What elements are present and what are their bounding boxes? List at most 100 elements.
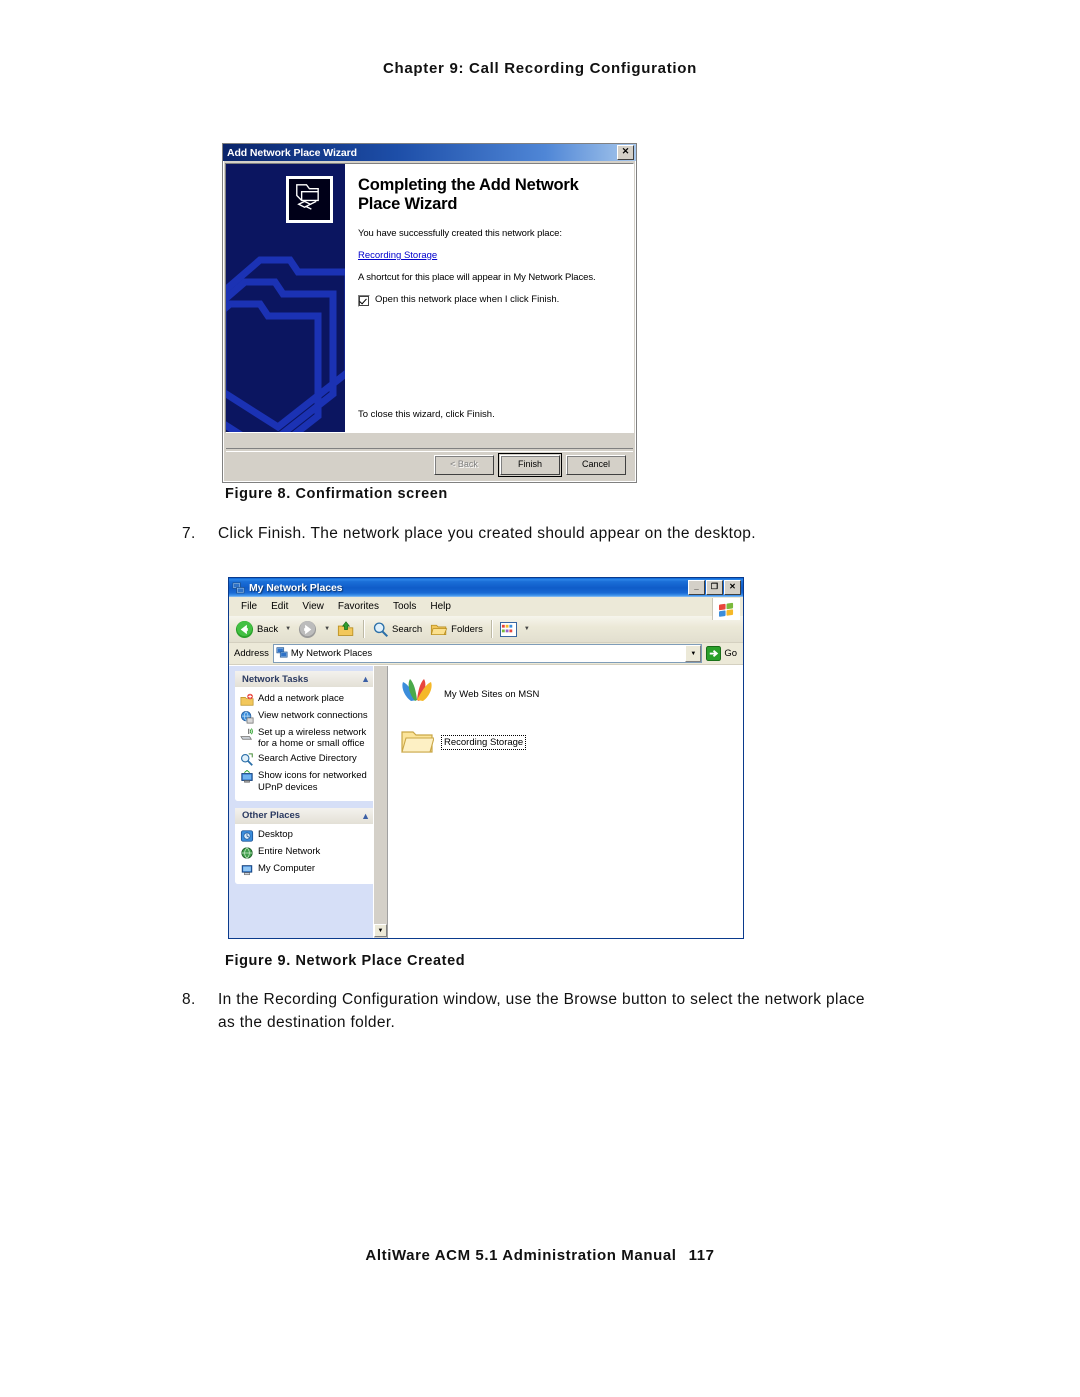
minimize-icon[interactable]: _ xyxy=(688,580,705,595)
step-8-number: 8. xyxy=(182,991,196,1008)
folders-button-label: Folders xyxy=(451,623,483,635)
my-network-places-window: My Network Places _ ❐ ✕ File Edit View F… xyxy=(228,577,744,939)
views-grid-icon xyxy=(499,621,517,637)
task-show-icons-upnp-devices[interactable]: Show icons for networked UPnP devices xyxy=(240,769,371,796)
task-add-a-network-place[interactable]: Add a network place xyxy=(240,691,371,708)
entire-network-icon xyxy=(240,846,254,860)
wizard-title: Add Network Place Wizard xyxy=(227,146,357,159)
folder-icon xyxy=(400,727,435,758)
view-network-connections-icon xyxy=(240,710,254,724)
windows-flag-icon xyxy=(712,598,740,620)
menu-file[interactable]: File xyxy=(234,600,264,613)
close-icon[interactable]: ✕ xyxy=(617,145,634,160)
explorer-titlebar: My Network Places _ ❐ ✕ xyxy=(229,578,743,597)
network-tasks-panel: Network Tasks ▲ Add a network place View… xyxy=(235,671,375,801)
folders-icon xyxy=(430,624,448,635)
back-button[interactable]: < Back xyxy=(434,455,494,475)
step-8: 8. In the Recording Configuration window… xyxy=(182,988,882,1035)
place-my-computer[interactable]: My Computer xyxy=(240,862,371,879)
add-network-place-wizard-dialog: Add Network Place Wizard ✕ Completing th… xyxy=(222,143,637,483)
network-tasks-header[interactable]: Network Tasks ▲ xyxy=(235,671,375,687)
task-search-active-directory[interactable]: Search Active Directory xyxy=(240,752,371,769)
toolbar-divider xyxy=(363,620,365,638)
forward-dropdown-chevron-down-icon[interactable]: ▼ xyxy=(322,626,332,632)
folder-artwork-icon xyxy=(226,256,345,432)
forward-button[interactable] xyxy=(295,618,320,641)
wizard-button-bar: < Back Finish Cancel xyxy=(225,451,634,479)
back-dropdown-chevron-down-icon[interactable]: ▼ xyxy=(283,626,293,632)
add-network-place-icon xyxy=(240,693,254,707)
views-dropdown-chevron-down-icon[interactable]: ▼ xyxy=(522,626,532,632)
collapse-chevron-up-icon[interactable]: ▲ xyxy=(361,674,370,684)
network-place-icon xyxy=(286,176,333,223)
back-button[interactable]: Back xyxy=(232,618,281,641)
place-entire-network[interactable]: Entire Network xyxy=(240,845,371,862)
task-label: Set up a wireless network for a home or … xyxy=(258,726,367,750)
task-pane-scrollbar[interactable]: ▼ xyxy=(373,666,387,938)
open-network-place-checkbox-row[interactable]: Open this network place when I click Fin… xyxy=(358,294,621,307)
wizard-content: Completing the Add Network Place Wizard … xyxy=(345,164,633,432)
network-tasks-title: Network Tasks xyxy=(242,673,309,685)
maximize-icon[interactable]: ❐ xyxy=(706,580,723,595)
task-label: Show icons for networked UPnP devices xyxy=(258,770,367,794)
step-7-text: Click Finish. The network place you crea… xyxy=(218,525,756,542)
back-button-label: Back xyxy=(257,623,279,635)
collapse-chevron-up-icon[interactable]: ▲ xyxy=(361,811,370,821)
scroll-down-chevron-down-icon[interactable]: ▼ xyxy=(374,924,387,937)
menu-help[interactable]: Help xyxy=(423,600,458,613)
go-button-label: Go xyxy=(724,648,737,659)
open-network-place-checkbox[interactable] xyxy=(358,294,370,307)
network-place-link[interactable]: Recording Storage xyxy=(358,250,437,261)
place-desktop[interactable]: Desktop xyxy=(240,828,371,845)
my-network-places-icon xyxy=(232,581,245,594)
figure-8-caption: Figure 8. Confirmation screen xyxy=(225,486,448,502)
desktop-icon xyxy=(240,829,254,843)
place-label: My Computer xyxy=(258,863,316,874)
wizard-side-banner xyxy=(226,164,345,432)
other-places-title: Other Places xyxy=(242,810,301,821)
folders-button[interactable]: Folders xyxy=(427,619,486,640)
step-8-text: In the Recording Configuration window, u… xyxy=(218,991,865,1032)
step-7: 7. Click Finish. The network place you c… xyxy=(182,522,882,545)
other-places-list: Desktop Entire Network My Computer xyxy=(235,823,375,884)
search-active-directory-icon xyxy=(240,753,254,767)
cancel-button[interactable]: Cancel xyxy=(566,455,626,475)
close-icon[interactable]: ✕ xyxy=(724,580,741,595)
menu-favorites[interactable]: Favorites xyxy=(331,600,386,613)
address-chevron-down-icon[interactable]: ▼ xyxy=(685,645,702,662)
task-label: Add a network place xyxy=(258,692,345,704)
open-network-place-checkbox-label: Open this network place when I click Fin… xyxy=(375,293,560,305)
wizard-intro-text: You have successfully created this netwo… xyxy=(358,227,562,239)
task-label: View network connections xyxy=(258,709,368,721)
window-controls: _ ❐ ✕ xyxy=(688,580,741,595)
explorer-address-bar: Address My Network Places ▼ Go xyxy=(229,643,743,665)
explorer-toolbar: Back ▼ ▼ Search Folders ▼ xyxy=(229,616,743,643)
menu-tools[interactable]: Tools xyxy=(386,600,423,613)
explorer-main: Network Tasks ▲ Add a network place View… xyxy=(229,665,743,938)
task-set-up-wireless-network[interactable]: Set up a wireless network for a home or … xyxy=(240,725,371,752)
menu-edit[interactable]: Edit xyxy=(264,600,295,613)
address-input[interactable]: My Network Places ▼ xyxy=(272,644,703,663)
msn-butterfly-icon xyxy=(400,678,434,711)
network-tasks-list: Add a network place View network connect… xyxy=(235,687,375,801)
wizard-body: Completing the Add Network Place Wizard … xyxy=(225,163,634,433)
list-item-label: My Web Sites on MSN xyxy=(444,689,540,700)
explorer-task-pane: Network Tasks ▲ Add a network place View… xyxy=(229,666,387,938)
search-button-label: Search xyxy=(392,623,423,635)
task-view-network-connections[interactable]: View network connections xyxy=(240,708,371,725)
step-7-number: 7. xyxy=(182,525,196,542)
go-button[interactable]: Go xyxy=(706,646,740,661)
back-arrow-icon xyxy=(235,620,254,638)
search-button[interactable]: Search xyxy=(369,619,425,640)
list-item[interactable]: My Web Sites on MSN xyxy=(400,678,743,711)
wizard-closing-note: To close this wizard, click Finish. xyxy=(358,409,495,420)
views-button[interactable] xyxy=(497,620,520,639)
up-one-level-button[interactable] xyxy=(334,619,358,640)
finish-button[interactable]: Finish xyxy=(498,453,562,477)
explorer-menubar: File Edit View Favorites Tools Help xyxy=(229,597,743,620)
task-label: Search Active Directory xyxy=(258,753,357,765)
menu-view[interactable]: View xyxy=(295,600,331,613)
list-item[interactable]: Recording Storage xyxy=(400,727,743,758)
wizard-titlebar: Add Network Place Wizard ✕ xyxy=(223,144,636,161)
other-places-header[interactable]: Other Places ▲ xyxy=(235,807,375,824)
